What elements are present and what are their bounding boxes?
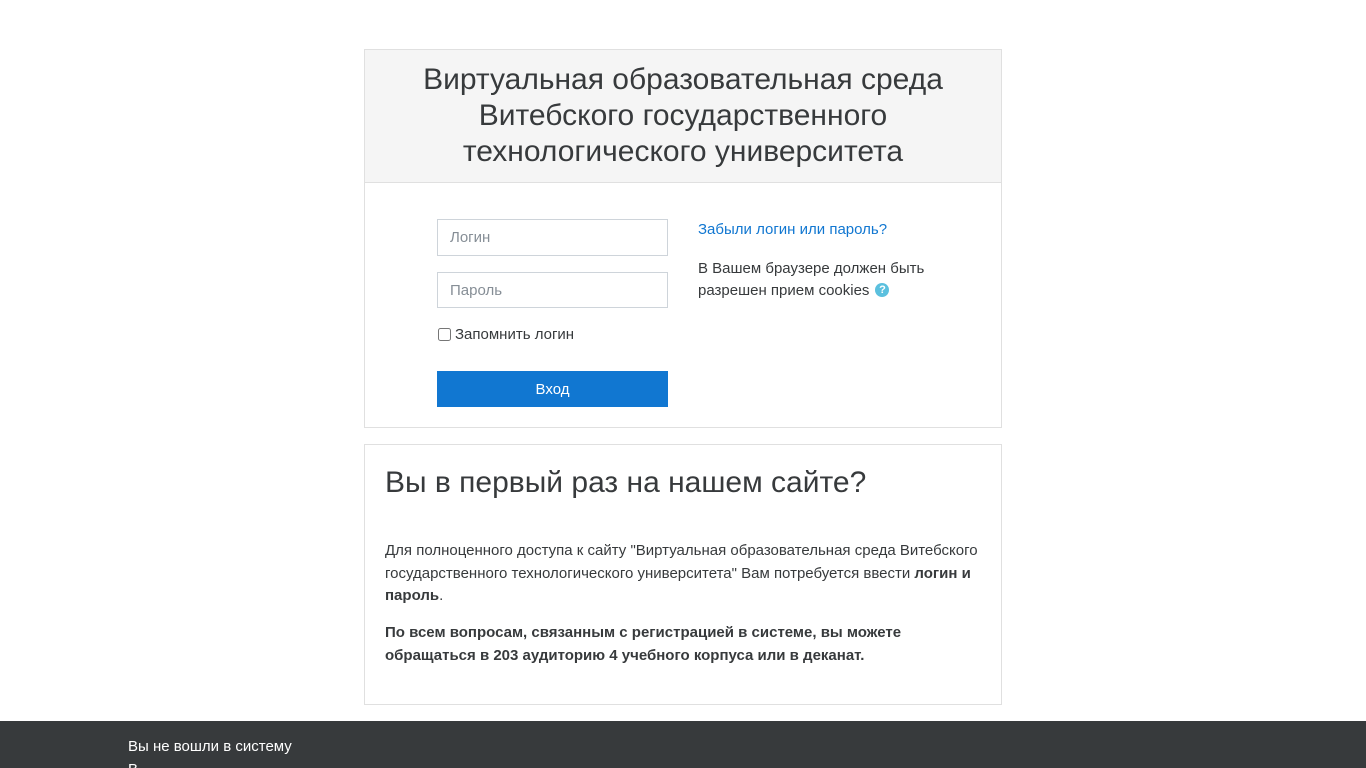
remember-username[interactable]: Запомнить логин	[437, 326, 574, 343]
page-footer: Вы не вошли в систему В	[0, 721, 1366, 768]
question-circle-icon[interactable]: ?	[875, 283, 890, 298]
signup-instructions-text: Для полноценного доступа к сайту "Виртуа…	[385, 542, 978, 582]
login-header: Виртуальная образовательная среда Витебс…	[365, 50, 1001, 183]
signup-contact-note: По всем вопросам, связанным с регистраци…	[385, 624, 902, 664]
login-button[interactable]: Вход	[437, 371, 668, 407]
login-status: Вы не вошли в систему	[128, 738, 292, 755]
username-input[interactable]	[437, 219, 668, 256]
cookies-notice-text: В Вашем браузере должен быть разрешен пр…	[698, 260, 925, 299]
remember-label: Запомнить логин	[455, 326, 575, 343]
signup-instructions-end: .	[439, 587, 444, 604]
login-card: Виртуальная образовательная среда Витебс…	[364, 49, 1002, 428]
signup-card: Вы в первый раз на нашем сайте? Для полн…	[364, 444, 1002, 705]
password-input[interactable]	[437, 272, 668, 308]
footer-second-line: В	[128, 761, 138, 768]
cookies-notice: В Вашем браузере должен быть разрешен пр…	[698, 258, 948, 302]
site-title: Виртуальная образовательная среда Витебс…	[423, 63, 943, 168]
remember-checkbox[interactable]	[438, 328, 451, 341]
forgot-password-link[interactable]: Забыли логин или пароль?	[698, 221, 887, 238]
signup-instructions: Для полноценного доступа к сайту "Виртуа…	[385, 540, 985, 608]
signup-heading: Вы в первый раз на нашем сайте?	[385, 466, 867, 499]
